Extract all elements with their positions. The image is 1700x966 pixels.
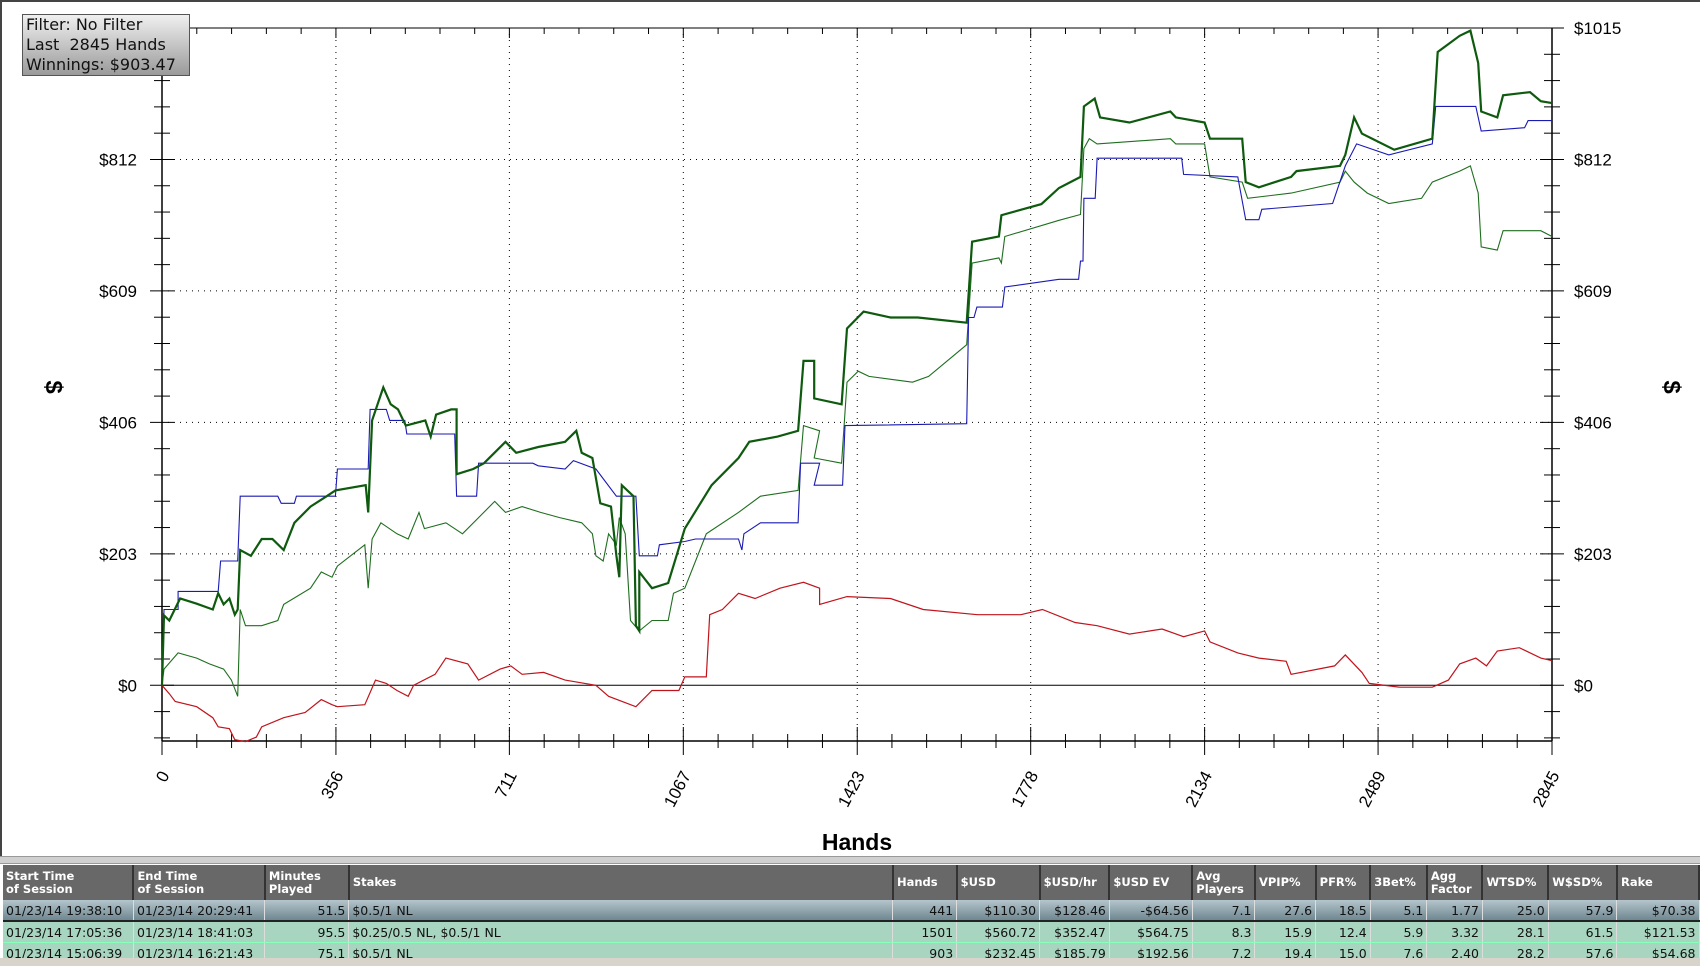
x-tick-label: 2845 [1529, 768, 1564, 810]
table-cell: 441 [892, 900, 958, 922]
y-axis-title-right: $ [1658, 380, 1685, 394]
winnings-label: Winnings: $903.47 [26, 55, 176, 74]
horizontal-scrollbar[interactable] [0, 958, 1700, 966]
table-cell: 12.4 [1315, 921, 1371, 943]
x-tick-label: 1778 [1008, 768, 1043, 810]
table-cell: $128.46 [1039, 900, 1110, 922]
table-cell: 1.77 [1426, 900, 1483, 922]
table-cell: 8.3 [1192, 921, 1256, 943]
table-cell: 95.5 [264, 921, 350, 943]
table-cell: $0.25/0.5 NL, $0.5/1 NL [348, 921, 894, 943]
table-cell: 25.0 [1482, 900, 1549, 922]
filter-label: Filter: No Filter [26, 15, 143, 34]
hands-count-label: Last 2845 Hands [26, 35, 166, 54]
table-cell: 01/23/14 19:38:10 [3, 900, 134, 922]
table-cell: 7.1 [1192, 900, 1256, 922]
column-header[interactable]: VPIP% [1254, 865, 1317, 900]
table-cell: 1501 [892, 921, 958, 943]
table-cell: 51.5 [264, 900, 350, 922]
column-header[interactable]: $USD [956, 865, 1041, 900]
table-cell: $110.30 [956, 900, 1041, 922]
table-cell: -$64.56 [1109, 900, 1193, 922]
dark-green-line [160, 29, 1553, 686]
x-axis-title: Hands [822, 829, 892, 855]
table-cell: 61.5 [1548, 921, 1618, 943]
table-cell: $121.53 [1616, 921, 1700, 943]
splitter[interactable] [0, 856, 1700, 864]
column-header[interactable]: Stakes [348, 865, 894, 900]
y-tick-label-left: $812 [99, 150, 137, 169]
column-header[interactable]: $USD EV [1109, 865, 1194, 900]
column-header[interactable]: $USD/hr [1039, 865, 1111, 900]
y-tick-label-right: $406 [1574, 413, 1612, 432]
table-cell: $70.38 [1616, 900, 1700, 922]
column-header[interactable]: End Time of Session [133, 865, 266, 900]
column-header[interactable]: Rake [1616, 865, 1700, 900]
table-cell: $0.5/1 NL [348, 900, 894, 922]
table-cell: 18.5 [1315, 900, 1371, 922]
table-row[interactable]: 01/23/14 17:05:36 01/23/14 18:41:03 95.5 $0… [3, 921, 1700, 943]
y-tick-label-left: $406 [99, 413, 137, 432]
column-header[interactable]: W$SD% [1548, 865, 1618, 900]
x-tick-label: 2489 [1355, 768, 1390, 810]
table-row[interactable]: 01/23/14 19:38:10 01/23/14 20:29:41 51.5 $0… [3, 900, 1700, 922]
table-cell: 15.9 [1254, 921, 1317, 943]
column-header[interactable]: Avg Players [1192, 865, 1256, 900]
y-tick-label-right: $1015 [1574, 19, 1621, 38]
table-cell: 27.6 [1254, 900, 1317, 922]
table-cell: $564.75 [1109, 921, 1193, 943]
table-cell: 01/23/14 20:29:41 [133, 900, 266, 922]
y-tick-label-right: $812 [1574, 150, 1612, 169]
y-tick-label-right: $609 [1574, 282, 1612, 301]
table-header: Start Time of Session End Time of Session Mi… [3, 865, 1700, 900]
column-header[interactable]: Start Time of Session [3, 865, 135, 900]
column-header[interactable]: 3Bet% [1370, 865, 1428, 900]
chart-frame: $0 $0 $203 $203 $406 $406 $609 $609 $812 $812 $101… [0, 0, 1700, 856]
table-cell: 57.9 [1548, 900, 1618, 922]
y-tick-label-right: $203 [1574, 545, 1612, 564]
column-header[interactable]: Minutes Played [264, 865, 350, 900]
winnings-graph: $0 $0 $203 $203 $406 $406 $609 $609 $812 $812 $101… [40, 19, 1685, 855]
column-header[interactable]: WTSD% [1482, 865, 1550, 900]
table-cell: 01/23/14 18:41:03 [133, 921, 266, 943]
x-tick-label: 0 [152, 768, 173, 785]
y-tick-label-right: $0 [1574, 676, 1593, 695]
column-header[interactable]: Hands [892, 865, 958, 900]
x-tick-label: 356 [317, 768, 347, 802]
x-tick-label: 1423 [834, 768, 869, 810]
info-box: Filter: No Filter Last 2845 Hands Winnings… [22, 14, 190, 76]
table-cell: 28.1 [1482, 921, 1549, 943]
y-tick-label-left: $203 [99, 545, 137, 564]
table-cell: 01/23/14 17:05:36 [3, 921, 134, 943]
x-tick-label: 2134 [1182, 768, 1217, 810]
table-cell: 3.32 [1426, 921, 1483, 943]
x-tick-label: 711 [491, 768, 521, 801]
table-cell: $352.47 [1039, 921, 1110, 943]
table-cell: $560.72 [956, 921, 1041, 943]
red-line [161, 581, 1553, 743]
sessions-table: Start Time of Session End Time of Session Mi… [3, 865, 1700, 964]
y-tick-label-left: $609 [99, 282, 137, 301]
y-tick-label-left: $0 [118, 676, 137, 695]
x-tick-label: 1067 [660, 768, 695, 810]
thin-green-line [161, 137, 1553, 697]
y-axis-title-left: $ [40, 380, 67, 394]
column-header[interactable]: Agg Factor [1426, 865, 1484, 900]
table-cell: 5.1 [1370, 900, 1428, 922]
table-cell: 5.9 [1370, 921, 1428, 943]
column-header[interactable]: PFR% [1315, 865, 1372, 900]
